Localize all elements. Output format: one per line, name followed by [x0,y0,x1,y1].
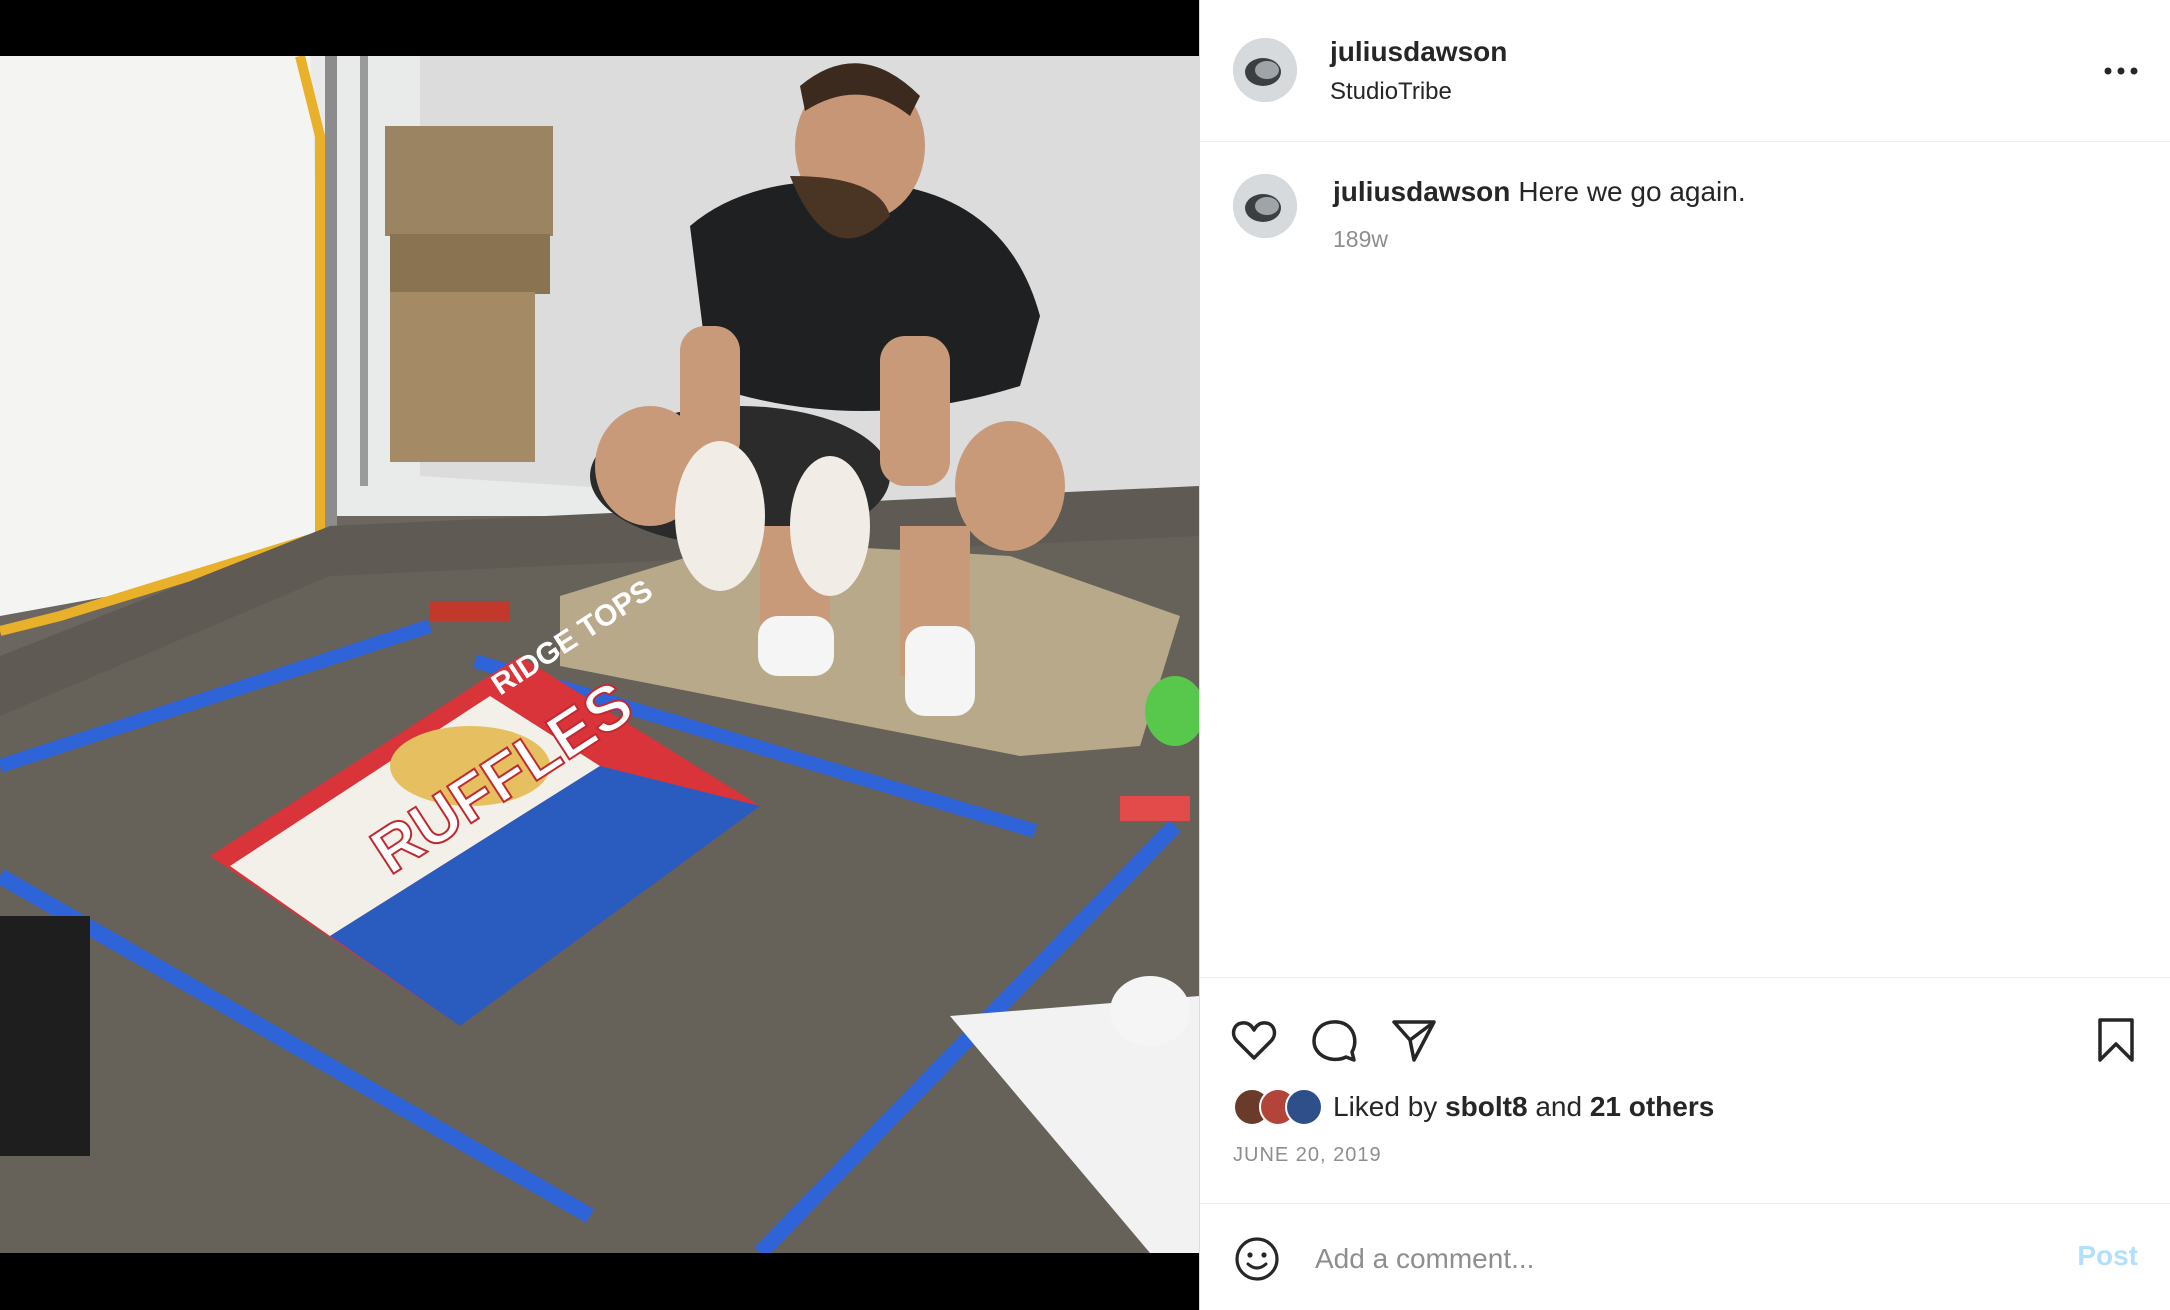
post-location[interactable]: StudioTribe [1330,78,1452,106]
likes-prefix: Liked by [1333,1091,1438,1122]
likes-joiner: and [1535,1091,1583,1122]
comment-composer: Post [1200,1203,2170,1310]
post-date[interactable]: JUNE 20, 2019 [1233,1144,1382,1167]
liker-username[interactable]: sbolt8 [1445,1091,1527,1122]
liker-avatar[interactable] [1285,1088,1323,1126]
post-side-panel: juliusdawson StudioTribe juliusdawson He… [1199,0,2170,1310]
post-header: juliusdawson StudioTribe [1200,0,2170,142]
caption-timestamp[interactable]: 189w [1333,226,1388,253]
author-avatar[interactable] [1233,38,1297,102]
likes-text: Liked by sbolt8 and 21 others [1333,1091,1714,1123]
comment-input[interactable] [1313,1234,1977,1284]
caption-text-row: juliusdawson Here we go again. [1333,176,1746,208]
post-media-area: RUFFLES RIDGE TOPS [0,0,1199,1310]
comment-bubble-icon [1312,1020,1357,1062]
caption-author-avatar[interactable] [1233,174,1297,238]
instagram-post-view: RUFFLES RIDGE TOPS juliusdawson StudioTr… [0,0,2170,1310]
post-photo[interactable]: RUFFLES RIDGE TOPS [0,56,1199,1253]
photo-illustration: RUFFLES RIDGE TOPS [0,56,1199,1253]
like-button[interactable] [1228,1014,1280,1066]
avatar-image [1233,38,1297,102]
avatar-image [1233,174,1297,238]
author-username[interactable]: juliusdawson [1330,36,1507,68]
more-options-icon [2104,67,2138,75]
emoji-smile-icon [1235,1237,1279,1281]
send-paper-plane-icon [1392,1020,1436,1062]
post-actions: Liked by sbolt8 and 21 others JUNE 20, 2… [1200,977,2170,1206]
bookmark-icon [2098,1018,2134,1062]
likes-others-link[interactable]: 21 others [1590,1091,1715,1122]
emoji-button[interactable] [1233,1235,1281,1283]
post-comment-button[interactable]: Post [2077,1240,2138,1272]
heart-icon [1231,1021,1277,1060]
save-button[interactable] [2090,1014,2142,1066]
caption-body: Here we go again. [1518,176,1746,207]
caption-username[interactable]: juliusdawson [1333,176,1510,207]
share-button[interactable] [1388,1014,1440,1066]
likes-summary: Liked by sbolt8 and 21 others [1233,1085,1714,1129]
more-options-button[interactable] [2098,48,2144,94]
comment-button[interactable] [1308,1014,1360,1066]
